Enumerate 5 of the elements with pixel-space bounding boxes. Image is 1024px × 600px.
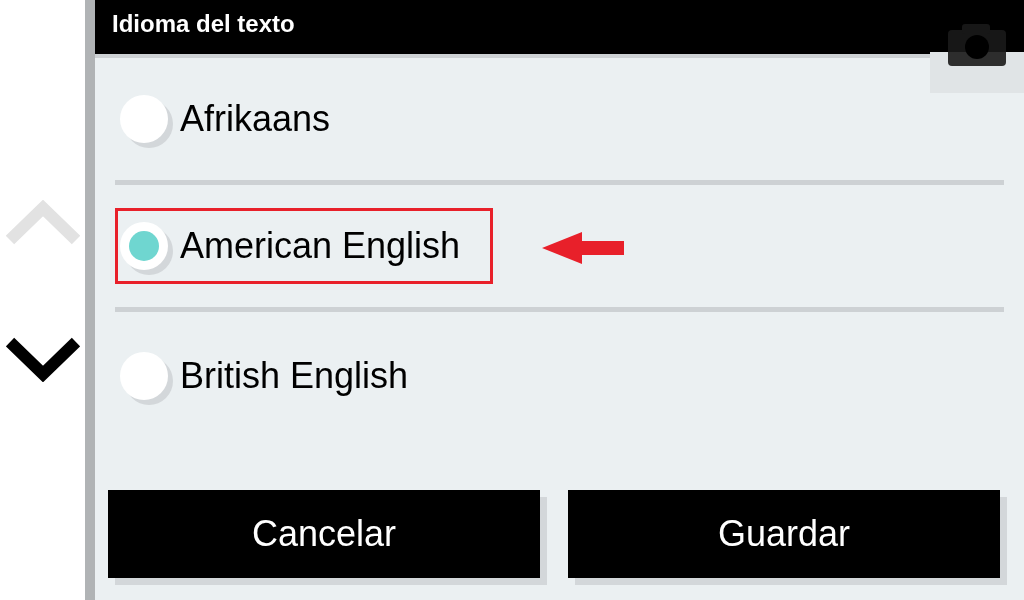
option-label[interactable]: British English <box>180 348 409 403</box>
dialog-title: Idioma del texto <box>112 10 295 37</box>
option-label[interactable]: American English <box>180 219 461 273</box>
option-label[interactable]: Afrikaans <box>180 92 331 146</box>
scroll-down-icon[interactable] <box>5 336 80 382</box>
